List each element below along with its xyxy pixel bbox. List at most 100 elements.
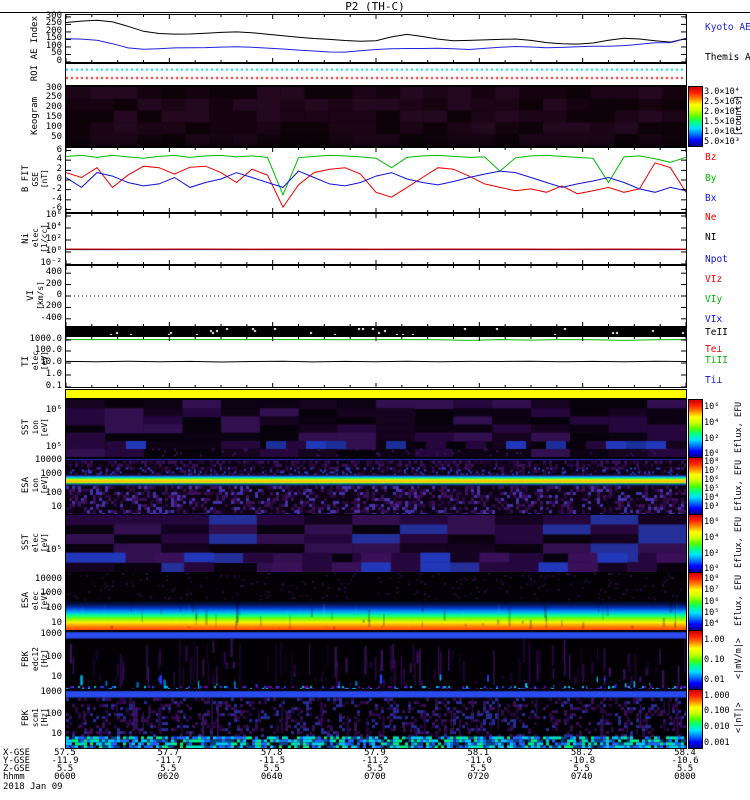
- colorbar-esa_elec: [688, 572, 703, 631]
- axis-value-hhmm: 0640: [260, 772, 283, 782]
- panel-vi: [65, 265, 687, 327]
- colorbar-tick-esa_elec: 10⁴: [704, 619, 720, 630]
- axis-value-hhmm: 0720: [467, 772, 490, 782]
- panel-esa_elec: [65, 572, 687, 631]
- colorbar-unit-esa_ion: Eflux, EFU: [734, 459, 744, 511]
- trace-Bz: [66, 162, 686, 209]
- right-label-kyotoae: Kyoto AE: [705, 22, 750, 34]
- trace-TeII: [66, 360, 686, 363]
- right-label-bz: Bz: [705, 152, 717, 164]
- right-label-vix: VIx: [705, 313, 723, 325]
- colorbar-tick-sst_ion: 10⁶: [704, 401, 720, 412]
- colorbar-unit-fbk_scm: <|nT|>: [734, 702, 744, 734]
- colorbar-tick-sst_elec: 10²: [704, 548, 720, 559]
- colorbar-fbk_scm: [688, 689, 703, 749]
- panel-sst_ion: [65, 399, 687, 458]
- panel-ae: [65, 14, 687, 63]
- ylabel-line: ion: [31, 420, 40, 435]
- right-label-teii: TeII: [705, 326, 728, 338]
- right-label-ti: Ti⊥: [705, 375, 723, 386]
- colorbar-esa_ion: [688, 457, 703, 515]
- spectrogram-esa_ion: [66, 458, 686, 514]
- colorbar-tick-esa_elec: 10⁵: [704, 607, 720, 618]
- ylabel-line: [eV]: [40, 590, 49, 611]
- ylabel-vi: VI [km/s]: [10, 265, 60, 325]
- ylabel-bfit: B FIT GSE [nT]: [10, 147, 60, 211]
- ylabel-line: [eV]: [40, 417, 49, 438]
- colorbar-tick-sst_elec: 10⁴: [704, 532, 720, 543]
- ylabel-keogram: Keogram: [10, 86, 60, 145]
- ylabel-ni: Ni elec [1/cc]: [10, 213, 60, 263]
- trace-Themis AE: [66, 19, 686, 45]
- lineplot-vi: [66, 266, 686, 326]
- colorbar-tick-esa_elec: 10⁷: [704, 585, 720, 596]
- ylabel-esa_ion: ESA ion [eV]: [10, 457, 60, 513]
- spectrogram-keogram: [66, 87, 686, 146]
- plot-window: P2 (TH-C) 300 250 200 150 100 50 0 AE Index Kyot…: [0, 0, 750, 800]
- axis-value-hhmm: 0800: [674, 772, 696, 782]
- colorbar-tick-esa_elec: 10⁸: [704, 573, 720, 584]
- ylabel-line: elec: [31, 532, 40, 553]
- lineplot-ae: [66, 15, 686, 62]
- spectrogram-fbk_scm: [66, 690, 686, 748]
- ylabel-line: scm1: [31, 708, 40, 728]
- ylabel-line: [km/s]: [35, 280, 45, 310]
- ylabel-line: FBK: [21, 709, 31, 727]
- right-label-viz: VIz: [705, 274, 723, 286]
- lineplot-ni: [66, 214, 686, 264]
- colorbar-unit-fbk_edc: <|mV/m|>: [734, 638, 744, 680]
- ylabel-line: [eV]: [40, 475, 49, 495]
- ylabel-line: FBK: [21, 650, 31, 668]
- ylabel-line: B FIT: [21, 165, 31, 193]
- colorbar-tick-sst_elec: 10⁰: [704, 564, 720, 575]
- ylabel-esa_elec: ESA elec [eV]: [10, 572, 60, 629]
- lineplot-bfit: [66, 148, 686, 212]
- right-label-bx: Bx: [705, 193, 717, 205]
- colorbar-tick-fbk_edc: 1.00: [704, 634, 725, 645]
- colorbar-tick-esa_elec: 10⁶: [704, 596, 720, 607]
- colorbar-unit-sst_ion: Eflux, EFU: [734, 401, 744, 454]
- colorbar-tick-fbk_edc: 0.01: [704, 675, 725, 686]
- ylabel-line: [eV]: [40, 351, 49, 371]
- panel-ni: [65, 213, 687, 265]
- axis-value-hhmm: 0700: [364, 772, 386, 782]
- trace-By: [66, 154, 686, 197]
- ylabel-roi: ROI: [10, 63, 60, 84]
- panel-roi: [65, 63, 687, 86]
- spectrogram-tell_bar: [66, 328, 686, 335]
- colorbar-tick-esa_ion: 10⁶: [704, 475, 720, 486]
- colorbar-tick-fbk_scm: 0.001: [704, 737, 730, 748]
- spectrogram-fbk_edc: [66, 631, 686, 689]
- ylabel-line: [eV]: [40, 532, 49, 553]
- axis-value-hhmm: 0620: [157, 772, 180, 782]
- ylabel-line: ESA: [21, 476, 31, 494]
- ylabel-line: [nT]: [40, 169, 49, 189]
- axis-value-hhmm: 0600: [54, 772, 76, 782]
- ylabel-line: elec: [31, 590, 40, 611]
- ylabel-line: AE Index: [30, 15, 40, 60]
- spectrogram-esa_elec: [66, 573, 686, 630]
- ylabel-sst_elec: SST elec [eV]: [10, 514, 60, 571]
- ylabel-line: SST: [21, 534, 31, 551]
- right-label-ne: Ne: [705, 212, 717, 223]
- ylabel-sst_ion: SST ion [eV]: [10, 399, 60, 456]
- colorbar-fbk_edc: [688, 630, 703, 690]
- panel-fbk_edc: [65, 630, 687, 690]
- panel-esa_ion: [65, 457, 687, 515]
- colorbar-unit-esa_elec: Eflux, EFU: [734, 574, 744, 627]
- colorbar-tick-fbk_scm: 0.100: [704, 706, 730, 717]
- panel-sst_elec: [65, 514, 687, 573]
- panel-keogram: [65, 86, 687, 147]
- ylabel-line: TI: [21, 355, 31, 367]
- right-label-ni: NI: [705, 232, 717, 243]
- colorbar-unit-sst_elec: Eflux, EFU: [734, 516, 744, 569]
- colorbar-tick-sst_elec: 10⁶: [704, 516, 720, 527]
- ylabel-line: ion: [31, 477, 40, 493]
- ylabel-line: [Hz]: [40, 649, 49, 669]
- ylabel-line: elec: [31, 351, 40, 371]
- top-frame-line: [0, 12, 750, 13]
- ylabel-line: edc12: [31, 646, 40, 672]
- ylabel-line: GSE: [31, 171, 40, 187]
- right-label-viy: VIy: [705, 294, 723, 305]
- spectrogram-roi_bar: [66, 390, 686, 398]
